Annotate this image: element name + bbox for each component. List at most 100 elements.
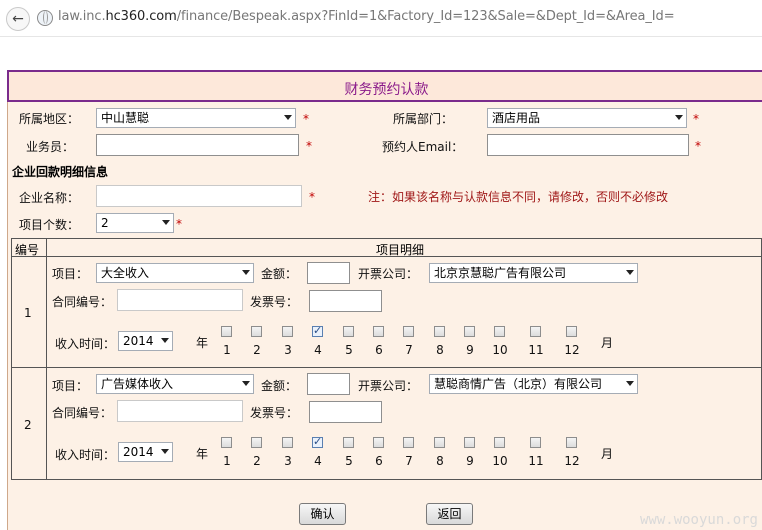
back-arrow-icon[interactable]: ← — [6, 7, 30, 31]
month-checkbox-1[interactable] — [221, 437, 232, 448]
table-divider — [46, 238, 47, 480]
chevron-down-icon — [242, 381, 250, 386]
month-number-label: 5 — [345, 343, 353, 357]
month-checkbox-12[interactable] — [566, 326, 577, 337]
month-number-label: 8 — [436, 454, 444, 468]
contract-no-label: 合同编号： — [52, 295, 113, 309]
invoice-company-select[interactable]: 北京京慧聪广告有限公司 — [429, 263, 638, 283]
url-prefix: law.inc. — [58, 9, 106, 24]
row-number: 1 — [24, 306, 32, 320]
month-number-label: 6 — [375, 454, 383, 468]
amount-input[interactable] — [307, 262, 350, 284]
dept-select[interactable]: 酒店用品 — [487, 108, 687, 128]
row-number: 2 — [24, 418, 32, 432]
area-select[interactable]: 中山慧聪 — [96, 108, 296, 128]
browser-toolbar: ← law.inc.hc360.com/finance/Bespeak.aspx… — [0, 0, 762, 37]
company-input[interactable] — [96, 185, 302, 207]
chevron-down-icon — [161, 338, 169, 343]
sales-input[interactable] — [96, 134, 299, 156]
month-number-label: 12 — [564, 343, 580, 357]
required-mark: * — [309, 190, 315, 204]
invoice-company-select[interactable]: 慧聪商情广告（北京）有限公司 — [429, 374, 638, 394]
month-checkbox-4[interactable] — [312, 324, 323, 337]
month-checkbox-2[interactable] — [251, 437, 262, 448]
month-checkbox-6[interactable] — [373, 437, 384, 448]
month-label: 月 — [601, 447, 614, 461]
month-checkbox-10[interactable] — [494, 437, 505, 448]
month-number-label: 6 — [375, 343, 383, 357]
month-number-label: 11 — [528, 343, 544, 357]
contract-no-input[interactable] — [117, 400, 243, 422]
month-number-label: 1 — [223, 454, 231, 468]
col-header-detail: 项目明细 — [376, 243, 425, 257]
month-number-label: 2 — [253, 454, 261, 468]
dept-label: 所属部门： — [393, 112, 454, 126]
month-checkbox-6[interactable] — [373, 326, 384, 337]
address-bar[interactable]: law.inc.hc360.com/finance/Bespeak.aspx?F… — [58, 9, 675, 24]
month-checkbox-7[interactable] — [403, 437, 414, 448]
month-checkbox-9[interactable] — [464, 437, 475, 448]
contract-no-input[interactable] — [117, 289, 243, 311]
month-checkbox-5[interactable] — [343, 437, 354, 448]
amount-label: 金额： — [261, 267, 298, 281]
project-select[interactable]: 广告媒体收入 — [96, 374, 254, 394]
year-label: 年 — [196, 336, 209, 350]
month-number-label: 3 — [284, 454, 292, 468]
amount-label: 金额： — [261, 379, 298, 393]
chevron-down-icon — [675, 115, 683, 120]
sales-label: 业务员： — [26, 140, 75, 154]
month-number-label: 2 — [253, 343, 261, 357]
month-checkbox-2[interactable] — [251, 326, 262, 337]
month-number-label: 8 — [436, 343, 444, 357]
month-checkbox-11[interactable] — [530, 437, 541, 448]
month-number-label: 9 — [466, 343, 474, 357]
page-title: 财务预约认款 — [344, 82, 429, 98]
month-checkbox-8[interactable] — [434, 326, 445, 337]
month-number-label: 7 — [405, 454, 413, 468]
year-select-value: 2014 — [123, 334, 154, 348]
invoice-no-input[interactable] — [309, 290, 382, 312]
required-mark: * — [693, 112, 699, 126]
confirm-button[interactable]: 确认 — [299, 503, 346, 525]
count-select[interactable]: 2 — [96, 213, 174, 233]
project-select-value: 广告媒体收入 — [101, 377, 174, 391]
month-checkbox-12[interactable] — [566, 437, 577, 448]
back-button[interactable]: 返回 — [426, 503, 473, 525]
month-checkbox-11[interactable] — [530, 326, 541, 337]
contract-no-label: 合同编号： — [52, 406, 113, 420]
required-mark: * — [306, 139, 312, 153]
month-number-label: 5 — [345, 454, 353, 468]
count-select-value: 2 — [101, 216, 109, 230]
year-select[interactable]: 2014 — [118, 331, 173, 351]
invoice-no-input[interactable] — [309, 401, 382, 423]
month-checkbox-9[interactable] — [464, 326, 475, 337]
month-number-label: 1 — [223, 343, 231, 357]
month-checkbox-7[interactable] — [403, 326, 414, 337]
company-note: 注：如果该名称与认款信息不同，请修改，否则不必修改 — [368, 190, 669, 204]
url-path: /finance/Bespeak.aspx?FinId=1&Factory_Id… — [176, 9, 675, 24]
amount-input[interactable] — [307, 373, 350, 395]
month-number-label: 7 — [405, 343, 413, 357]
email-input[interactable] — [487, 134, 689, 156]
chevron-down-icon — [161, 449, 169, 454]
month-checkbox-3[interactable] — [282, 437, 293, 448]
chevron-down-icon — [626, 270, 634, 275]
project-select-value: 大全收入 — [101, 266, 150, 280]
count-label: 项目个数： — [19, 218, 80, 232]
month-checkbox-10[interactable] — [494, 326, 505, 337]
month-checkbox-5[interactable] — [343, 326, 354, 337]
year-select[interactable]: 2014 — [118, 442, 173, 462]
required-mark: * — [176, 217, 182, 231]
area-label: 所属地区： — [19, 112, 80, 126]
month-checkbox-8[interactable] — [434, 437, 445, 448]
month-number-label: 11 — [528, 454, 544, 468]
invoice-company-label: 开票公司： — [358, 379, 419, 393]
month-checkbox-1[interactable] — [221, 326, 232, 337]
month-checkbox-4[interactable] — [312, 435, 323, 448]
month-checkbox-3[interactable] — [282, 326, 293, 337]
required-mark: * — [695, 139, 701, 153]
email-label: 预约人Email： — [382, 140, 464, 154]
project-select[interactable]: 大全收入 — [96, 263, 254, 283]
invoice-no-label: 发票号： — [250, 295, 299, 309]
watermark: www.wooyun.org — [639, 512, 758, 528]
